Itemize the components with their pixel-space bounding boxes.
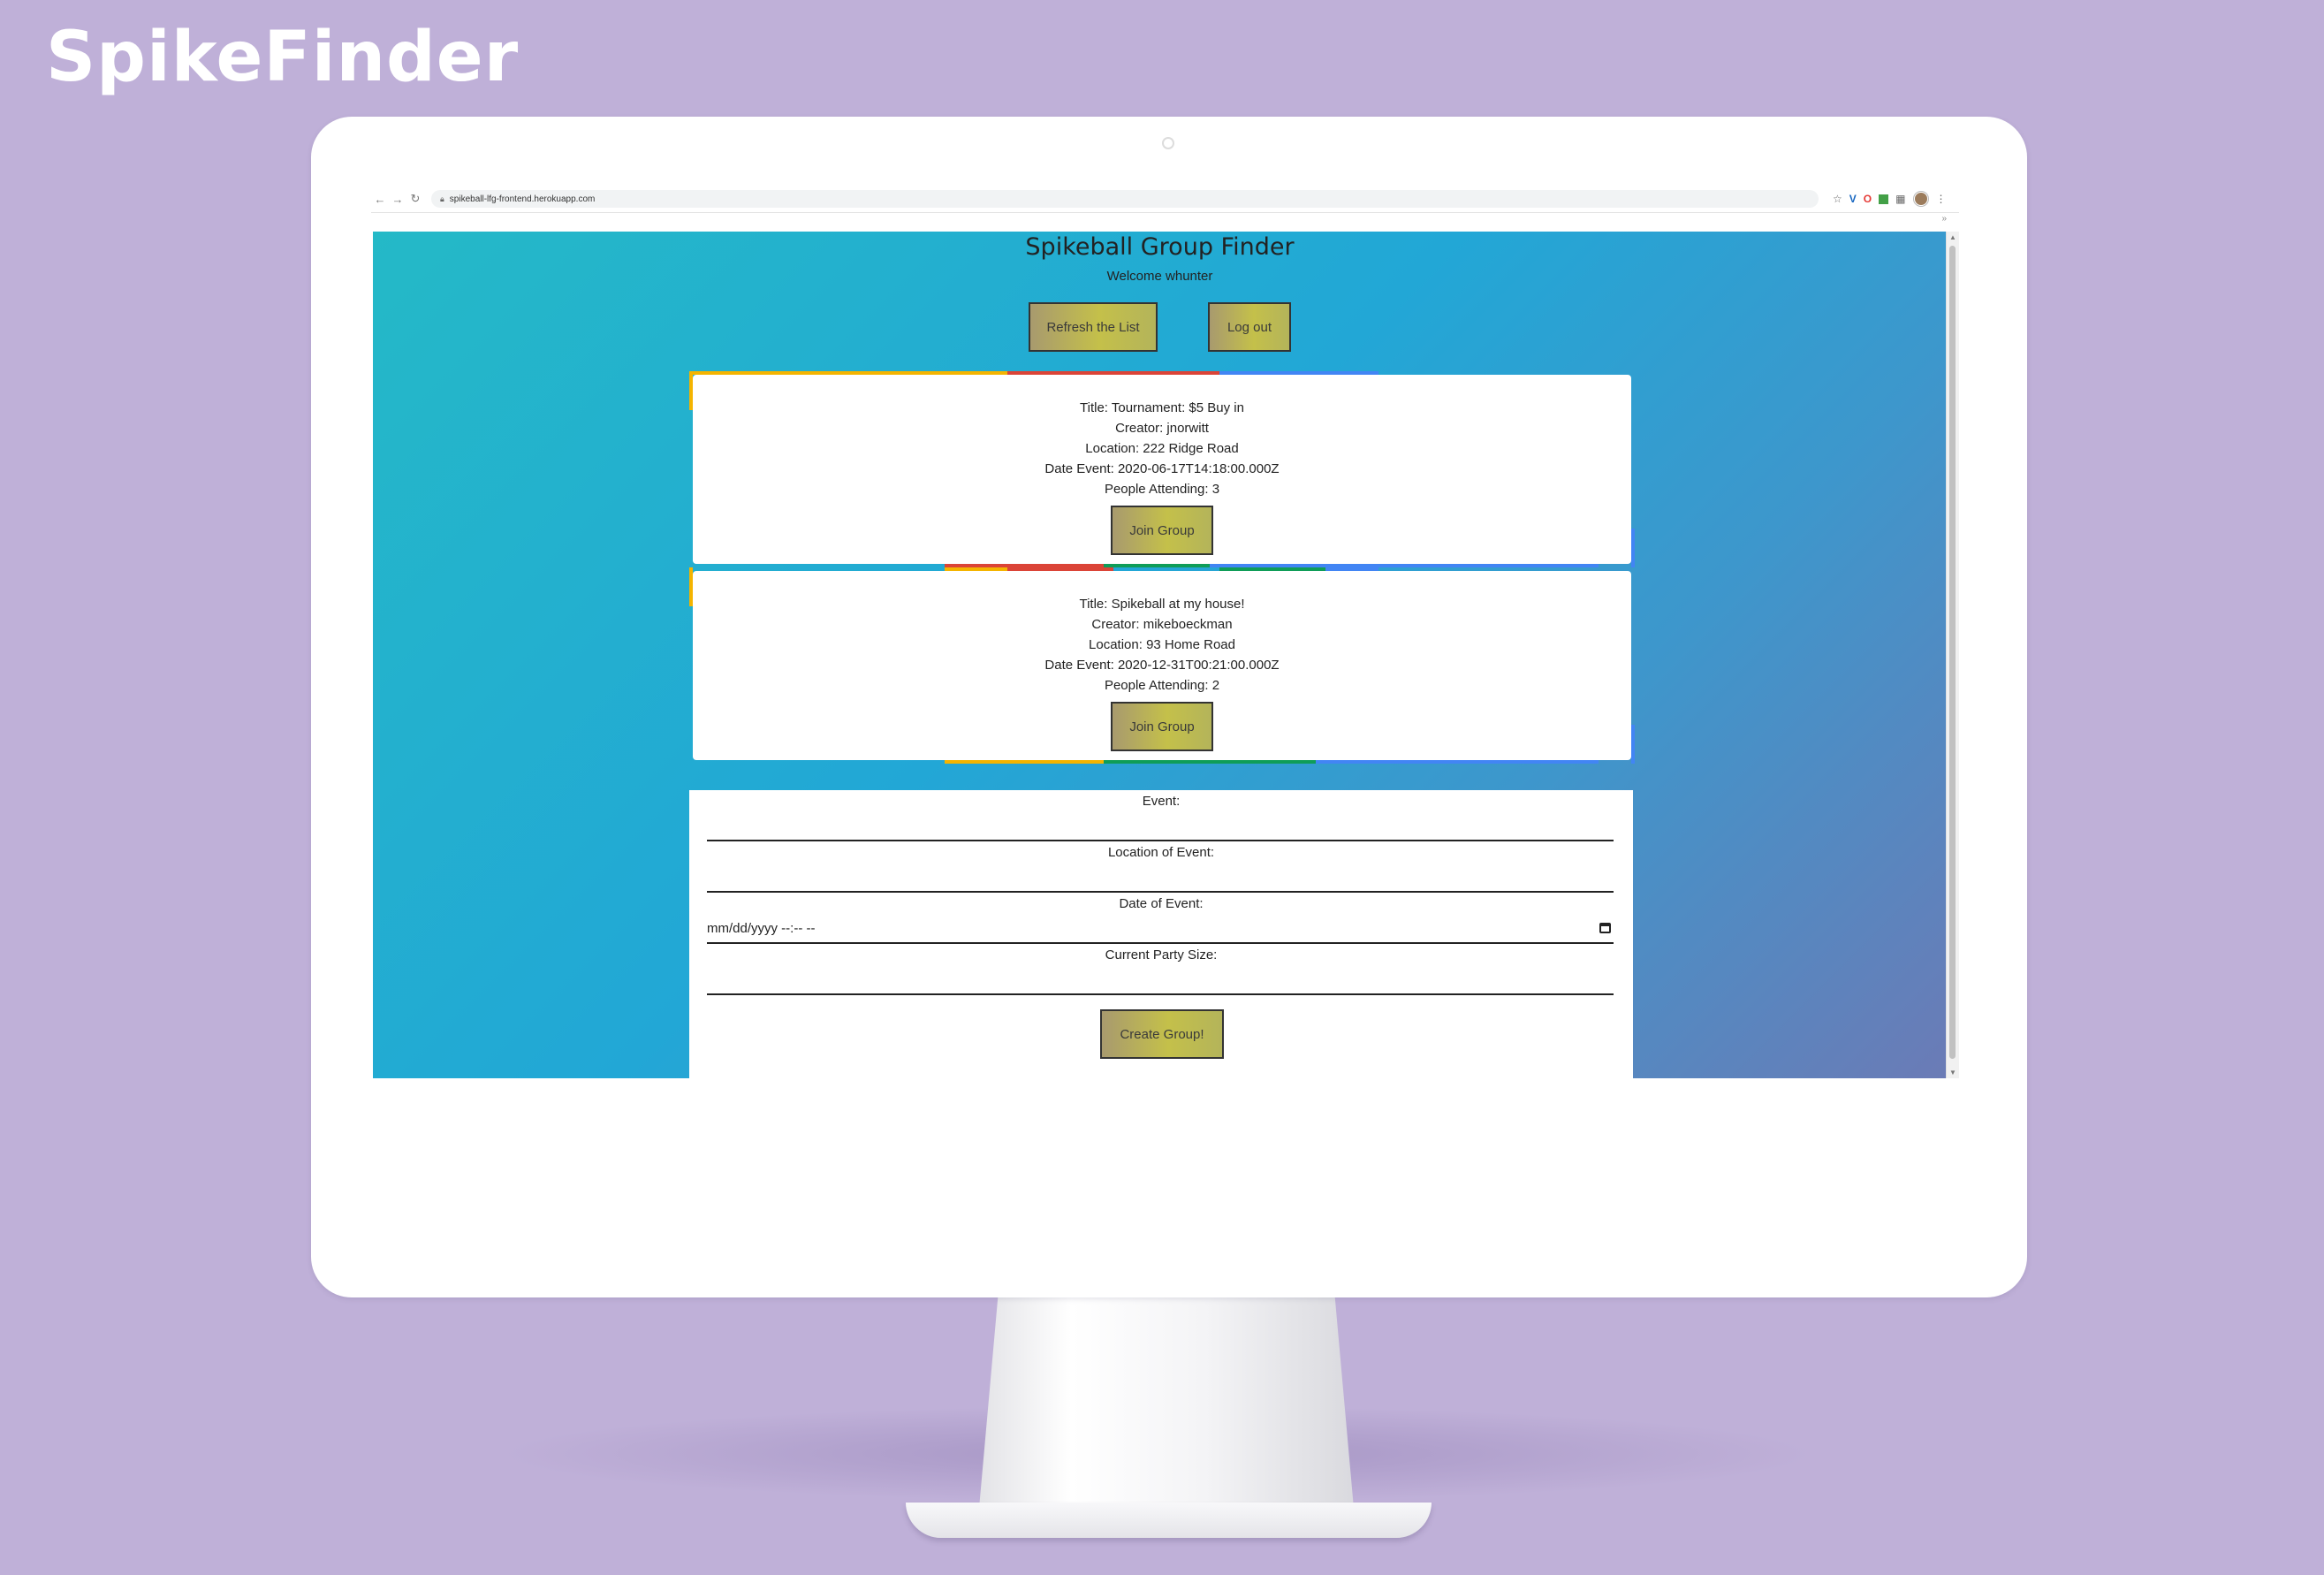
refresh-list-button[interactable]: Refresh the List (1029, 302, 1158, 352)
group-location: Location: 222 Ridge Road (1085, 441, 1239, 456)
lock-icon: 🔒︎ (440, 194, 444, 203)
group-card: Title: Spikeball at my house! Creator: m… (689, 567, 1635, 764)
extension-green-icon[interactable] (1879, 194, 1889, 204)
page-viewport: Spikeball Group Finder Welcome whunter R… (373, 232, 1947, 1078)
browser-toolbar: ← → ↻ 🔒︎ spikeball-lfg-frontend.herokuap… (371, 186, 1959, 213)
card-accent-red (1007, 371, 1219, 375)
party-size-label: Current Party Size: (1105, 947, 1218, 962)
card-accent-bottom-yellow (945, 760, 1104, 764)
group-location: Location: 93 Home Road (1089, 637, 1235, 652)
page-scrollbar[interactable]: ▲ ▼ (1946, 232, 1959, 1078)
card-accent-right (1631, 725, 1635, 764)
card-accent-green (1219, 567, 1325, 571)
location-input[interactable] (707, 891, 1614, 893)
join-group-button[interactable]: Join Group (1111, 702, 1213, 751)
date-input-underline (707, 942, 1614, 944)
bookmark-star-icon[interactable]: ☆ (1833, 193, 1842, 205)
monitor-stand (976, 1290, 1356, 1538)
group-date: Date Event: 2020-06-17T14:18:00.000Z (1044, 461, 1280, 476)
extension-opera-icon[interactable]: O (1864, 193, 1872, 205)
group-details: Title: Spikeball at my house! Creator: m… (693, 594, 1631, 696)
card-accent-right (1631, 529, 1635, 567)
create-group-button[interactable]: Create Group! (1100, 1009, 1224, 1059)
scroll-thumb[interactable] (1949, 246, 1956, 1059)
group-card: Title: Tournament: $5 Buy in Creator: jn… (689, 371, 1635, 567)
profile-avatar[interactable] (1914, 192, 1929, 206)
welcome-text: Welcome whunter (1106, 269, 1213, 284)
event-label: Event: (1142, 794, 1181, 809)
url-text: spikeball-lfg-frontend.herokuapp.com (449, 194, 596, 204)
card-accent-bottom-blue (1316, 760, 1599, 764)
group-attending: People Attending: 2 (1104, 678, 1220, 693)
group-creator: Creator: mikeboeckman (1091, 617, 1233, 632)
card-accent-red (1007, 567, 1113, 571)
address-bar[interactable]: 🔒︎ spikeball-lfg-frontend.herokuapp.com (431, 190, 1819, 208)
reload-icon[interactable]: ↻ (406, 192, 424, 206)
card-accent-blue (1325, 567, 1378, 571)
location-label: Location of Event: (1107, 845, 1215, 860)
card-accent-bottom-green (1104, 760, 1316, 764)
browser-window: ← → ↻ 🔒︎ spikeball-lfg-frontend.herokuap… (371, 186, 1959, 1078)
forward-icon[interactable]: → (389, 193, 406, 206)
join-group-button[interactable]: Join Group (1111, 506, 1213, 555)
group-creator: Creator: jnorwitt (1115, 421, 1209, 436)
monitor-stand-base (906, 1503, 1432, 1538)
back-icon[interactable]: ← (371, 193, 389, 206)
page-title: Spikeball Group Finder (1025, 233, 1295, 261)
card-accent-bottom-green (1104, 564, 1210, 567)
group-title: Title: Tournament: $5 Buy in (1080, 400, 1244, 415)
group-date: Date Event: 2020-12-31T00:21:00.000Z (1044, 658, 1280, 673)
extension-grid-icon[interactable]: ▦ (1895, 193, 1905, 205)
brand-title: SpikeFinder (46, 18, 520, 97)
create-group-form: Event: Location of Event: Date of Event:… (689, 790, 1633, 1078)
group-title: Title: Spikeball at my house! (1079, 597, 1245, 612)
event-input[interactable] (707, 840, 1614, 841)
bookmarks-overflow-icon[interactable]: » (1941, 214, 1947, 224)
scroll-up-icon[interactable]: ▲ (1949, 233, 1956, 241)
group-attending: People Attending: 3 (1104, 482, 1220, 497)
card-accent-yellow (689, 371, 1007, 375)
scroll-down-icon[interactable]: ▼ (1949, 1069, 1956, 1077)
date-label: Date of Event: (1119, 896, 1204, 911)
extension-v-icon[interactable]: V (1849, 193, 1857, 205)
date-input[interactable]: mm/dd/yyyy --:-- -- (707, 921, 815, 936)
party-size-input[interactable] (707, 993, 1614, 995)
calendar-icon[interactable] (1599, 923, 1611, 933)
camera-icon (1162, 137, 1174, 149)
logout-button[interactable]: Log out (1208, 302, 1291, 352)
menu-kebab-icon[interactable]: ⋮ (1935, 193, 1946, 205)
group-details: Title: Tournament: $5 Buy in Creator: jn… (693, 398, 1631, 499)
card-accent-blue (1219, 371, 1378, 375)
